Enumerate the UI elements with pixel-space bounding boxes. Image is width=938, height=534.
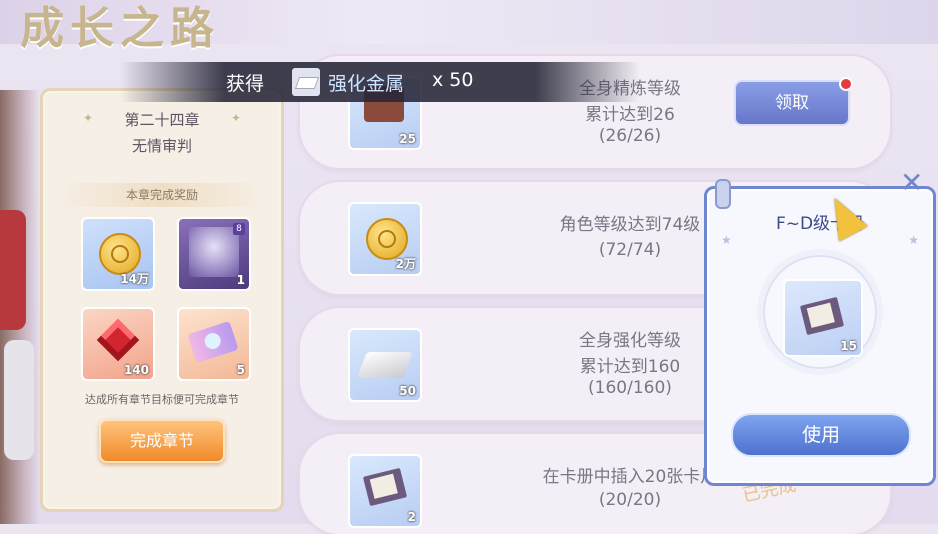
- banner-title: 成长之路: [20, 3, 220, 54]
- complete-chapter-button[interactable]: 完成章节: [99, 419, 225, 463]
- task-reward-slot[interactable]: 50: [348, 328, 422, 402]
- claim-button-label: 领取: [775, 93, 809, 113]
- gold-coin-icon: [99, 233, 141, 275]
- book-icon: [799, 296, 845, 336]
- toast-label: 获得: [226, 73, 265, 95]
- toast-item-name: 强化金属: [328, 73, 405, 95]
- star-decoration-icon: ★: [908, 233, 919, 247]
- reward-ticket[interactable]: 5: [177, 307, 251, 381]
- metal-ingot-icon: [292, 68, 320, 96]
- task-reward-slot[interactable]: 2万: [348, 202, 422, 276]
- task-reward-qty: 2: [407, 510, 416, 524]
- toast-item-count: x 50: [432, 69, 474, 91]
- close-icon[interactable]: ✕: [900, 166, 923, 199]
- popup-title: F~D级卡册: [775, 214, 865, 234]
- task-reward-qty: 2万: [395, 257, 416, 271]
- book-icon: [362, 467, 408, 507]
- task-progress: (26/26): [598, 126, 662, 146]
- star-decoration-icon: ★: [721, 233, 732, 247]
- reward-qty: 1: [236, 273, 245, 287]
- red-gem-icon: [96, 318, 140, 362]
- chapter-name: 无情审判: [131, 137, 192, 155]
- ticket-icon: [187, 320, 239, 364]
- task-reward-slot[interactable]: 2: [348, 454, 422, 528]
- task-reward-qty: 25: [399, 132, 416, 146]
- character-card-icon: [189, 227, 239, 277]
- chapter-card: ✦ ✦ 第二十四章 无情审判 本章完成奖励 14万 8 1 140 5 达成所有…: [40, 88, 284, 512]
- reward-gold-coin[interactable]: 14万: [81, 217, 155, 291]
- chapter-hint: 达成所有章节目标便可完成章节: [85, 393, 239, 406]
- task-reward-qty: 50: [399, 384, 416, 398]
- reward-qty: 14万: [120, 272, 149, 286]
- acquire-toast: 获得 强化金属 x 50: [120, 62, 640, 102]
- popup-item-slot[interactable]: 15: [783, 279, 863, 357]
- reward-qty: 140: [123, 363, 149, 377]
- reward-red-gem[interactable]: 140: [81, 307, 155, 381]
- pin-icon: [715, 179, 731, 209]
- reward-qty: 5: [236, 363, 245, 377]
- chapter-number: 第二十四章: [124, 111, 200, 129]
- popup-item-qty: 15: [840, 339, 857, 353]
- item-popup: ★ ★ F~D级卡册 15 使用: [704, 179, 936, 486]
- gold-coin-icon: [366, 218, 408, 260]
- character-portrait: [0, 90, 40, 524]
- chapter-reward-title: 本章完成奖励: [57, 183, 267, 207]
- card-level-badge: 8: [233, 223, 245, 235]
- notification-dot: [839, 77, 853, 91]
- use-button[interactable]: 使用: [731, 413, 911, 457]
- metal-ingot-icon: [357, 352, 413, 378]
- claim-button[interactable]: 领取: [734, 77, 853, 126]
- reward-character-card[interactable]: 8 1: [177, 217, 251, 291]
- top-banner: 成长之路: [0, 0, 938, 54]
